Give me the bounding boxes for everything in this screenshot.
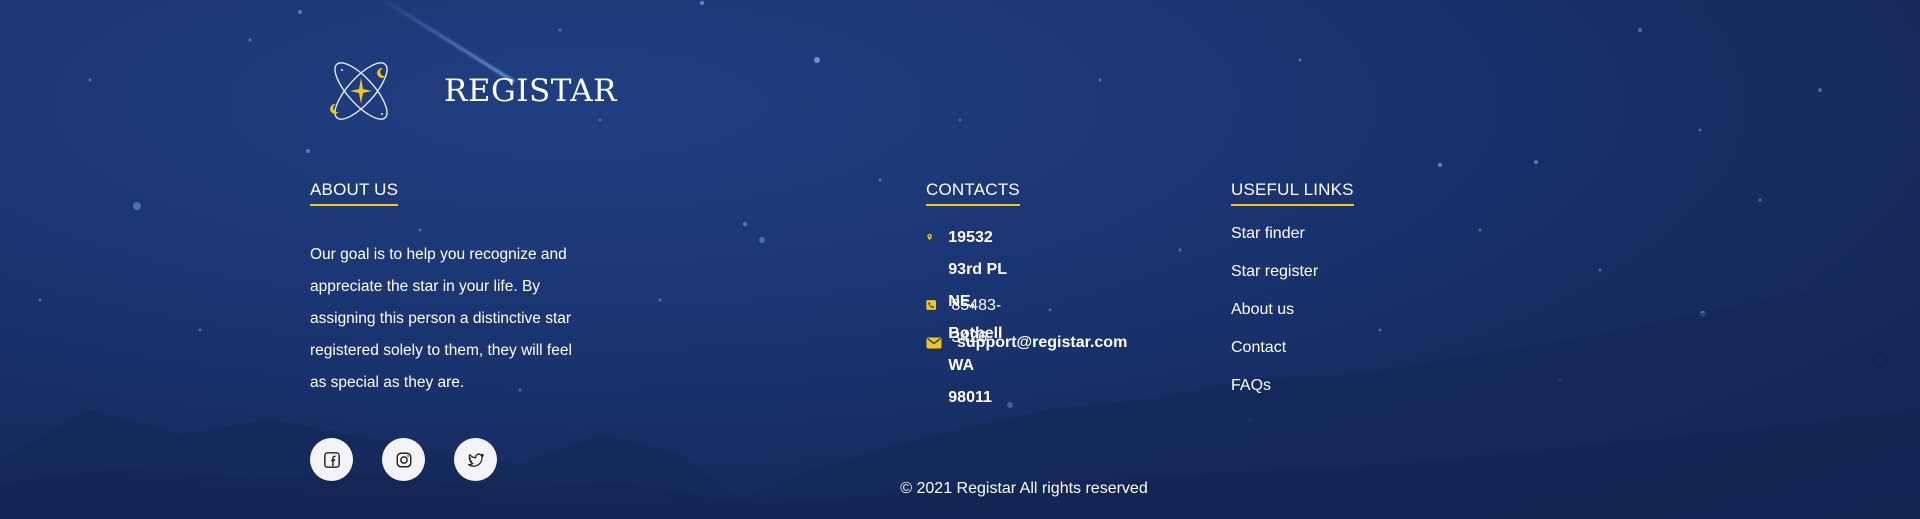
list-item: Contact [1231, 336, 1318, 374]
about-line: Our goal is to help you recognize and [310, 246, 567, 263]
about-line: appreciate the star in your life. By [310, 278, 541, 295]
phone-icon [926, 300, 937, 310]
contacts-heading: CONTACTS [926, 180, 1020, 206]
brand-logo[interactable]: REGISTAR [326, 56, 617, 126]
useful-links-list: Star finder Star register About us Conta… [1231, 222, 1318, 412]
about-text: Our goal is to help you recognize and ap… [310, 239, 610, 399]
list-item: Star finder [1231, 222, 1318, 260]
email-link[interactable]: support@registar.com [957, 327, 1127, 359]
social-links [310, 438, 497, 481]
twitter-icon [467, 453, 484, 467]
about-line: as special as they are. [310, 374, 465, 391]
about-heading: ABOUT US [310, 180, 399, 206]
map-pin-icon [927, 233, 932, 241]
list-item: FAQs [1231, 374, 1318, 412]
link-contact[interactable]: Contact [1231, 339, 1286, 356]
list-item: Star register [1231, 260, 1318, 298]
about-line: assigning this person a distinctive star [310, 310, 572, 327]
useful-links-heading: USEFUL LINKS [1231, 180, 1354, 206]
link-star-register[interactable]: Star register [1231, 263, 1318, 280]
link-faqs[interactable]: FAQs [1231, 377, 1271, 394]
atom-star-logo-icon [330, 62, 388, 120]
facebook-icon [323, 451, 340, 468]
copyright-text: © 2021 Registar All rights reserved [900, 480, 1148, 497]
list-item: About us [1231, 298, 1318, 336]
instagram-button[interactable] [382, 438, 425, 481]
about-line: registered solely to them, they will fee… [310, 342, 572, 359]
email-row: support@registar.com [926, 327, 1127, 359]
twitter-button[interactable] [454, 438, 497, 481]
link-star-finder[interactable]: Star finder [1231, 225, 1305, 242]
instagram-icon [396, 452, 411, 467]
brand-name: REGISTAR [444, 73, 617, 109]
site-footer: REGISTAR ABOUT US Our goal is to help yo… [0, 0, 1920, 519]
mail-icon [926, 337, 942, 349]
link-about-us[interactable]: About us [1231, 301, 1294, 318]
facebook-button[interactable] [310, 438, 353, 481]
